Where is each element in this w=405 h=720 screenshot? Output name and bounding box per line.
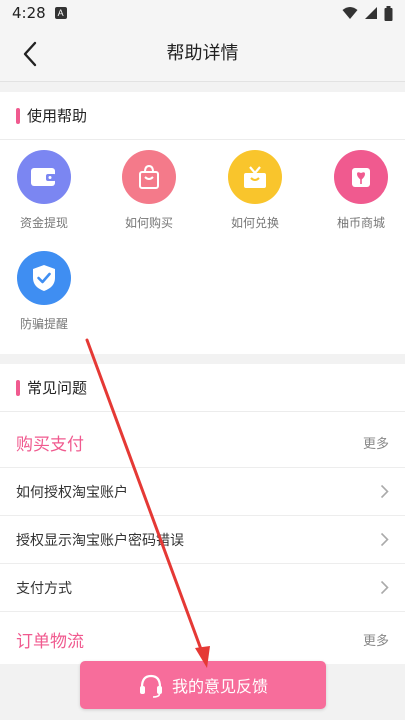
more-link[interactable]: 更多 — [363, 433, 389, 452]
feedback-button-label: 我的意见反馈 — [171, 677, 268, 696]
help-item-label: 如何兑换 — [230, 216, 279, 230]
help-item-label: 如何购买 — [124, 216, 173, 230]
status-icons — [342, 5, 393, 21]
shopping-bag-icon — [122, 150, 176, 204]
headset-icon — [138, 672, 164, 698]
section-accent-bar — [16, 379, 20, 396]
faq-category-order-logistics[interactable]: 订单物流 更多 — [0, 614, 405, 664]
faq-question-text: 如何授权淘宝账户 — [16, 484, 128, 501]
shield-check-icon — [17, 251, 71, 305]
help-item-how-to-redeem[interactable]: 如何兑换 — [215, 150, 295, 231]
faq-question-row[interactable]: 支付方式 — [0, 564, 405, 612]
wifi-icon — [342, 7, 358, 19]
status-time: 4:28 — [12, 4, 46, 22]
faq-question-text: 支付方式 — [16, 580, 72, 597]
section-accent-bar — [16, 107, 20, 124]
help-section-title: 使用帮助 — [27, 107, 88, 125]
store-icon — [334, 150, 388, 204]
faq-question-row[interactable]: 授权显示淘宝账户密码错误 — [0, 516, 405, 564]
help-item-label: 资金提现 — [19, 216, 68, 230]
notification-icon: A — [54, 7, 67, 19]
faq-section-header: 常见问题 — [0, 364, 405, 412]
more-link[interactable]: 更多 — [363, 630, 389, 649]
faq-category-title: 购买支付 — [16, 435, 84, 455]
page-title: 帮助详情 — [166, 43, 239, 64]
help-item-how-to-buy[interactable]: 如何购买 — [109, 150, 189, 231]
help-item-withdraw[interactable]: 资金提现 — [4, 150, 84, 231]
faq-category-purchase-payment[interactable]: 购买支付 更多 — [0, 418, 405, 468]
faq-section-title: 常见问题 — [27, 379, 88, 397]
signal-icon — [365, 7, 377, 19]
gift-icon — [228, 150, 282, 204]
feedback-button[interactable]: 我的意见反馈 — [80, 661, 326, 709]
chevron-right-icon — [380, 484, 389, 499]
help-item-label: 防骗提醒 — [19, 317, 68, 331]
back-button[interactable] — [14, 38, 46, 70]
help-item-anti-fraud[interactable]: 防骗提醒 — [4, 251, 84, 332]
faq-question-text: 授权显示淘宝账户密码错误 — [16, 532, 184, 549]
faq-category-title: 订单物流 — [16, 631, 84, 652]
chevron-right-icon — [380, 580, 389, 595]
help-item-coin-store[interactable]: 柚币商城 — [321, 150, 401, 231]
faq-question-row[interactable]: 如何授权淘宝账户 — [0, 468, 405, 516]
battery-icon — [384, 5, 393, 21]
chevron-right-icon — [380, 532, 389, 547]
help-item-label: 柚币商城 — [336, 216, 385, 230]
help-section: 使用帮助 资金提现 如何购买 如何兑换 柚币商城 防骗提醒 — [0, 92, 405, 354]
faq-section: 常见问题 购买支付 更多 如何授权淘宝账户 授权显示淘宝账户密码错误 支付方式 … — [0, 364, 405, 664]
status-bar: 4:28 A — [0, 0, 405, 26]
help-section-header: 使用帮助 — [0, 92, 405, 140]
nav-bar: 帮助详情 — [0, 26, 405, 82]
chevron-left-icon — [23, 41, 37, 67]
wallet-icon — [17, 150, 71, 204]
